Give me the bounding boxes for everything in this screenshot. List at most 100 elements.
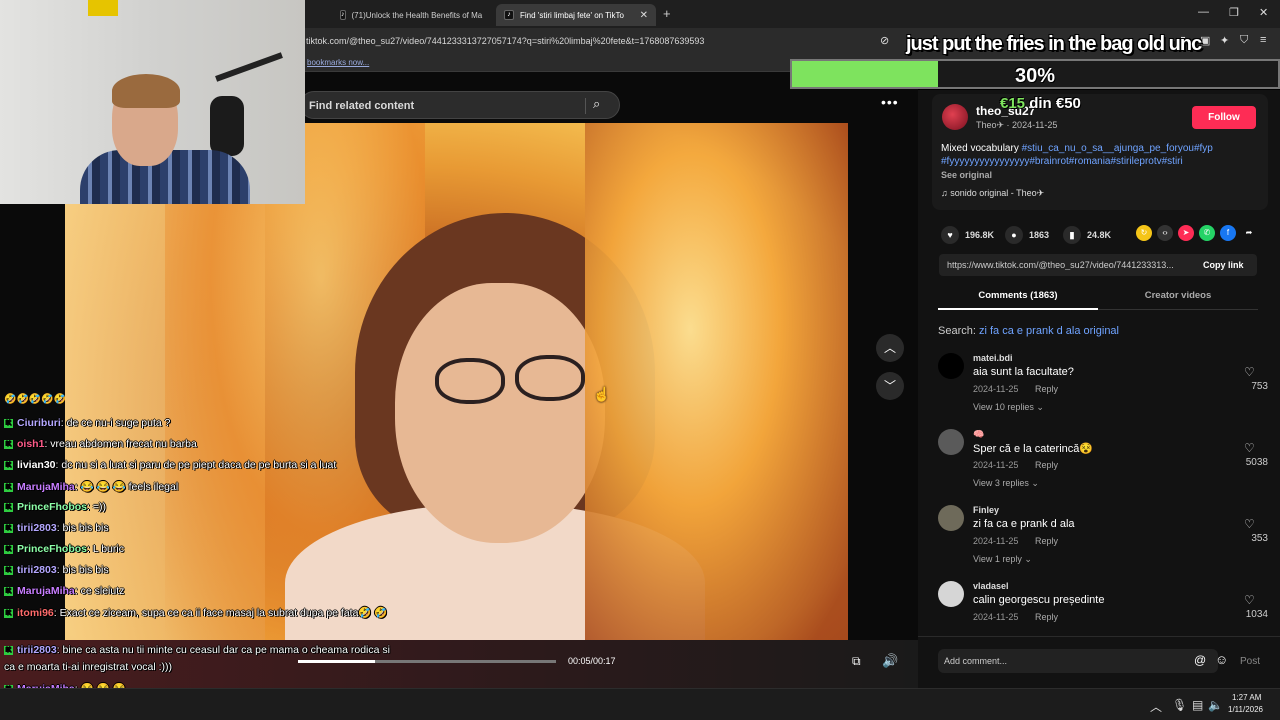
comment-avatar[interactable] [938, 581, 964, 607]
close-tab-icon[interactable]: ✕ [640, 10, 648, 21]
send-icon[interactable]: ➤ [1178, 225, 1194, 241]
comment-text: Sper că e la caterincă😵 [973, 443, 1094, 455]
chat-badge-icon: K [4, 482, 13, 492]
chat-text: : bis bis bis [56, 522, 109, 534]
comment-likes: 1034 [1245, 609, 1268, 620]
reply-button[interactable]: Reply [1035, 536, 1058, 546]
tab-label: Find 'stiri limbaj fete' on TikTo [520, 10, 624, 20]
comment-likes: 753 [1251, 381, 1268, 392]
view-replies-button[interactable]: View 1 reply ⌄ [973, 554, 1032, 565]
music-label[interactable]: ♫ sonido original - Theo✈ [941, 188, 1044, 199]
comment-user[interactable]: Finley [973, 505, 999, 515]
chat-username: MarujaMiha [17, 585, 75, 597]
mention-icon[interactable]: @ [1194, 653, 1206, 667]
comment-heart-icon[interactable]: ♡ [1244, 593, 1255, 607]
tab-label: (71)Unlock the Health Benefits of Ma [351, 10, 483, 20]
chat-badge-icon: K [4, 523, 13, 533]
comment-user[interactable]: vladasel [973, 581, 1009, 591]
search-label: Search: [938, 325, 979, 337]
extensions-icon[interactable]: ✦ [1220, 34, 1229, 47]
whatsapp-icon[interactable]: ✆ [1199, 225, 1215, 241]
embed-icon[interactable]: ‹› [1157, 225, 1173, 241]
comment-placeholder: Add comment... [944, 656, 1008, 666]
progress-bar[interactable] [298, 660, 556, 663]
save-stat[interactable]: ▮ 24.8K [1063, 226, 1111, 244]
comment-avatar[interactable] [938, 505, 964, 531]
copy-link-button[interactable]: Copy link [1203, 260, 1244, 270]
speaker-icon[interactable]: 🔈 [1208, 698, 1223, 712]
tiktok-icon: ♪ [504, 10, 514, 20]
comment-text: aia sunt la facultate? [973, 366, 1074, 378]
comment-heart-icon[interactable]: ♡ [1244, 517, 1255, 531]
more-options-icon[interactable]: ••• [881, 94, 899, 110]
author-avatar[interactable] [942, 104, 968, 130]
network-icon[interactable]: ▤ [1192, 698, 1203, 712]
new-tab-button[interactable]: + [663, 6, 671, 21]
chat-text: : L buric [87, 543, 124, 555]
volume-icon[interactable]: 🔊 [882, 653, 898, 669]
comment-heart-icon[interactable]: ♡ [1244, 365, 1255, 379]
camera-off-icon[interactable]: ⊘ [880, 34, 889, 47]
chat-message: Ktirii2803: bis bis bis [4, 564, 109, 576]
like-stat[interactable]: ♥ 196.8K [941, 226, 994, 244]
post-button[interactable]: Post [1240, 656, 1260, 667]
import-bookmarks-link[interactable]: bookmarks now... [307, 58, 369, 67]
taskbar-date[interactable]: 1/11/2026 [1228, 705, 1263, 714]
follow-button[interactable]: Follow [1192, 106, 1256, 129]
comment-stat[interactable]: ● 1863 [1005, 226, 1049, 244]
comment-date: 2024-11-25 [973, 536, 1019, 546]
comment-heart-icon[interactable]: ♡ [1244, 441, 1255, 455]
shield-icon[interactable]: ⛉ [1240, 34, 1248, 47]
url-field[interactable]: tiktok.com/@theo_su27/video/744123331372… [306, 36, 704, 46]
close-window-icon[interactable]: ✕ [1259, 6, 1268, 19]
comment-avatar[interactable] [938, 353, 964, 379]
comment-icon: ● [1005, 226, 1023, 244]
view-replies-button[interactable]: View 10 replies ⌄ [973, 402, 1044, 413]
comment-input[interactable]: Add comment... @ ☺ [938, 649, 1228, 673]
tab-creator-videos[interactable]: Creator videos [1098, 290, 1258, 310]
share-url[interactable]: https://www.tiktok.com/@theo_su27/video/… [947, 260, 1197, 270]
reply-button[interactable]: Reply [1035, 460, 1058, 470]
next-video-button[interactable]: ﹀ [876, 372, 904, 400]
picture-in-picture-icon[interactable]: ⧉ [852, 654, 861, 669]
tab-comments[interactable]: Comments (1863) [938, 290, 1098, 310]
comment-date: 2024-11-25 [973, 460, 1019, 470]
repost-icon[interactable]: ↻ [1136, 225, 1152, 241]
search-icon[interactable]: ⌕ [593, 96, 600, 112]
emoji-icon[interactable]: ☺ [1215, 652, 1228, 667]
show-hidden-icons[interactable]: ︿ [1150, 698, 1162, 715]
comment-search-suggestion[interactable]: Search: zi fa ca e prank d ala original [938, 325, 1119, 337]
chat-text: : 😂 😂 😂 feels ilegal [74, 481, 179, 493]
comment-count: 1863 [1029, 230, 1050, 240]
tab-health-benefits[interactable]: ♪ (71)Unlock the Health Benefits of Ma [332, 4, 490, 26]
comment-user[interactable]: 🧠 [973, 429, 984, 440]
chat-username: tirii2803 [17, 522, 57, 534]
menu-icon[interactable]: ≡ [1260, 34, 1266, 46]
chat-message: Ktirii2803: bis bis bis [4, 522, 109, 534]
wallet-icon[interactable]: ▣ [1200, 34, 1210, 47]
comment-avatar[interactable] [938, 429, 964, 455]
comment-user[interactable]: matei.bdi [973, 353, 1013, 363]
search-query: zi fa ca e prank d ala original [978, 325, 1119, 337]
reply-button[interactable]: Reply [1035, 384, 1058, 394]
share-arrow-icon[interactable]: ➦ [1241, 225, 1257, 241]
chat-message: Klivian30: dc nu si a luat si paru de pe… [4, 459, 336, 471]
microphone-icon[interactable]: 🎙 [1172, 698, 1187, 712]
view-replies-button[interactable]: View 3 replies ⌄ [973, 478, 1039, 489]
tab-tiktok-search[interactable]: ♪ Find 'stiri limbaj fete' on TikTo ✕ [496, 4, 656, 26]
restore-icon[interactable]: ❐ [1229, 6, 1239, 19]
reply-button[interactable]: Reply [1035, 612, 1058, 622]
taskbar-time[interactable]: 1:27 AM [1232, 693, 1261, 702]
previous-video-button[interactable]: ︿ [876, 334, 904, 362]
related-search-box[interactable]: Find related content ⌕ [300, 91, 620, 119]
author-subtitle: Theo✈ · 2024-11-25 [976, 120, 1058, 130]
see-original-link[interactable]: See original [941, 170, 992, 180]
facebook-icon[interactable]: f [1220, 225, 1236, 241]
chat-username: MarujaMiha [17, 481, 75, 493]
chat-text: : bine ca asta nu tii minte cu ceasul da… [56, 644, 390, 656]
mouse-cursor-icon: ☝ [593, 386, 611, 402]
chat-username: oish1 [17, 438, 45, 450]
minimize-icon[interactable]: — [1198, 6, 1209, 18]
chat-message: Kitomi96: Exact ce ziceam, supa ce ca ii… [4, 606, 388, 619]
chat-message: Ktirii2803: bine ca asta nu tii minte cu… [4, 644, 390, 656]
